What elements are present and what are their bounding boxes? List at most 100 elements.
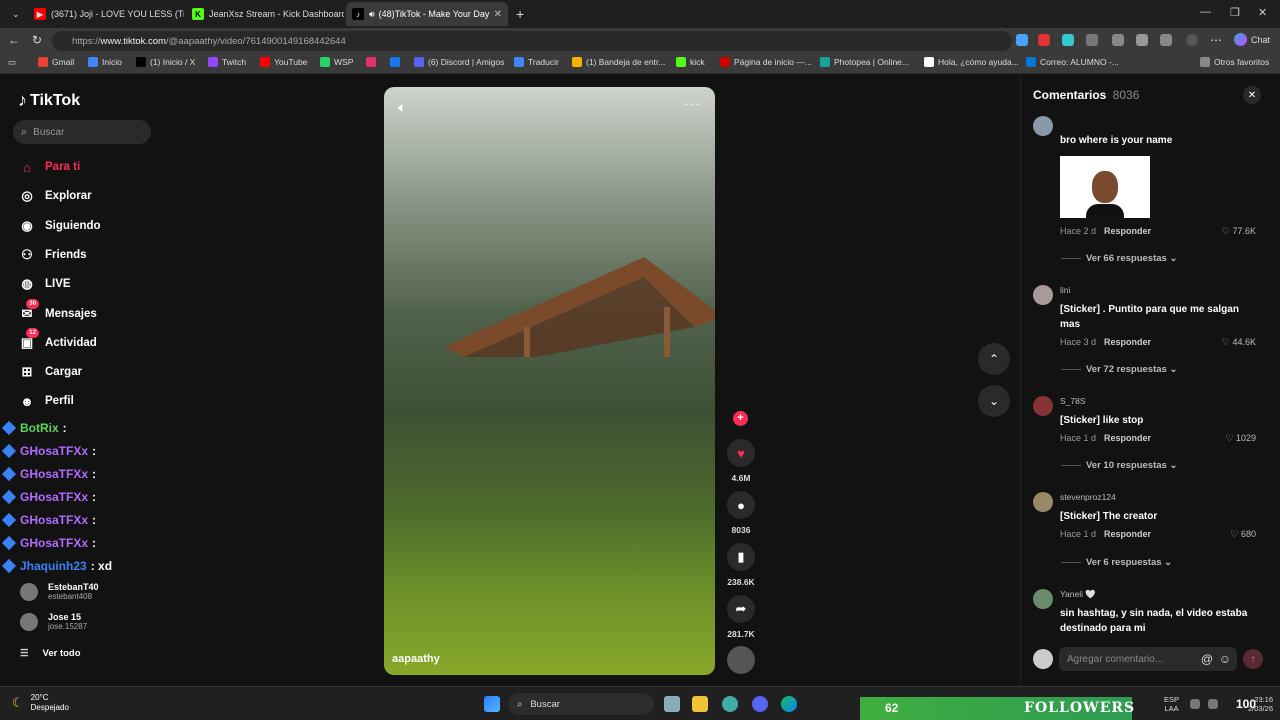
reply-button[interactable]: Responder — [1104, 226, 1151, 236]
sidebar-item-explorar[interactable]: ◎ Explorar — [18, 185, 91, 207]
comment-username[interactable]: stevenproz124 — [1060, 492, 1116, 502]
sidebar-item-cargar[interactable]: ⊞ Cargar — [18, 361, 83, 383]
view-replies-button[interactable]: Ver 6 respuestas ⌄ — [1061, 557, 1172, 568]
back-icon[interactable]: ← — [8, 33, 20, 47]
wifi-icon[interactable] — [1190, 699, 1200, 709]
sound-disc[interactable] — [726, 646, 756, 674]
comment-likes[interactable]: ♡ 680 — [1230, 529, 1256, 540]
bookmark-item[interactable]: Hola, ¿cómo ayuda... — [924, 57, 1019, 67]
comment-button[interactable]: ● 8036 — [726, 491, 756, 535]
bookmark-item[interactable]: Photopea | Online... — [820, 57, 909, 67]
apps-icon[interactable]: ▭ — [8, 57, 16, 68]
adblock-icon[interactable] — [1038, 34, 1050, 46]
sidebar-item-mensajes[interactable]: ✉ 36 Mensajes — [18, 298, 97, 325]
bookmark-item[interactable] — [366, 57, 380, 67]
url-field[interactable]: https://www.tiktok.com/@aapaathy/video/7… — [52, 31, 1012, 51]
avatar[interactable] — [1033, 396, 1053, 416]
send-button[interactable]: ↑ — [1243, 649, 1263, 669]
more-options-icon[interactable]: ··· — [684, 95, 701, 111]
close-comments-button[interactable]: ✕ — [1243, 86, 1261, 104]
previous-video-button[interactable]: ⌃ — [978, 343, 1010, 375]
more-menu-icon[interactable]: ⋯ — [1210, 33, 1222, 47]
new-tab-button[interactable]: + — [510, 2, 528, 26]
sidebar-item-para-ti[interactable]: ⌂ Para ti — [18, 156, 80, 178]
bookmark-item[interactable]: Inicio — [88, 57, 122, 67]
avatar[interactable] — [1033, 116, 1053, 136]
maximize-icon[interactable]: ❐ — [1230, 6, 1240, 19]
tiktok-logo[interactable]: ♪ TikTok — [18, 90, 80, 111]
bookmark-item[interactable]: (1) Inicio / X — [136, 57, 195, 67]
extension-icon[interactable] — [1062, 34, 1074, 46]
bookmark-item[interactable]: (1) Bandeja de entr... — [572, 57, 665, 67]
following-account[interactable]: Jose 15 jose.15287 — [20, 612, 87, 631]
see-all-button[interactable]: ☰ Ver todo — [20, 648, 81, 659]
edge-icon[interactable] — [781, 696, 797, 712]
bookmark-item[interactable]: (6) Discord | Amigos — [414, 57, 504, 67]
tab-kick[interactable]: K JeanXsz Stream - Kick Dashboard — [186, 2, 344, 26]
taskbar-search[interactable]: ⌕ Buscar — [508, 693, 654, 715]
bookmark-item[interactable]: Twitch — [208, 57, 246, 67]
comment-username[interactable]: S_78S — [1060, 396, 1086, 406]
video-player[interactable]: 🔈︎ ··· aapaathy — [384, 87, 715, 675]
sidebar-item-actividad[interactable]: ▣ 12 Actividad — [18, 327, 97, 354]
bookmark-item[interactable]: Correo: ALUMNO -... — [1026, 57, 1119, 67]
reply-button[interactable]: Responder — [1104, 433, 1151, 443]
windows-start-icon[interactable] — [484, 696, 500, 712]
comment-likes[interactable]: ♡ 44.6K — [1222, 337, 1256, 348]
close-window-icon[interactable]: ✕ — [1258, 6, 1267, 19]
bookmark-button[interactable]: ▮ 238.6K — [726, 543, 756, 587]
bookmark-item[interactable]: kick — [676, 57, 705, 67]
avatar[interactable] — [1033, 492, 1053, 512]
favorites-icon[interactable] — [1136, 34, 1148, 46]
reply-button[interactable]: Responder — [1104, 337, 1151, 347]
bookmark-item[interactable] — [390, 57, 404, 67]
bookmark-item[interactable]: WSP — [320, 57, 353, 67]
volume-icon[interactable]: 🔈︎ — [398, 99, 406, 116]
weather-widget[interactable]: ☾ 20°C Despejado — [12, 693, 69, 713]
view-replies-button[interactable]: Ver 66 respuestas ⌄ — [1061, 253, 1177, 264]
avatar[interactable] — [1033, 285, 1053, 305]
bookmark-item[interactable]: Gmail — [38, 57, 74, 67]
tab-youtube[interactable]: ▶ (3671) Joji - LOVE YOU LESS (Trad — [28, 2, 184, 26]
comment-username[interactable]: Yaneli 🤍 — [1060, 589, 1096, 600]
sidebar-item-perfil[interactable]: ☻ Perfil — [18, 390, 74, 412]
video-author[interactable]: aapaathy — [392, 653, 440, 665]
bookmark-item[interactable]: Traducir — [514, 57, 559, 67]
file-explorer-icon[interactable] — [692, 696, 708, 712]
comment-likes[interactable]: ♡ 77.6K — [1222, 226, 1256, 237]
comment-likes[interactable]: ♡ 1029 — [1225, 433, 1256, 444]
copilot-chat-button[interactable]: Chat — [1234, 33, 1270, 46]
comment-username[interactable]: lini — [1060, 285, 1070, 295]
task-view-icon[interactable] — [664, 696, 680, 712]
heart-button[interactable]: ♥ 4.6M — [726, 439, 756, 483]
comment-input[interactable]: Agregar comentario... @ ☺ — [1059, 647, 1237, 671]
emoji-icon[interactable]: ☺ — [1219, 652, 1231, 666]
other-bookmarks[interactable]: Otros favoritos — [1200, 57, 1269, 67]
tab-tiktok[interactable]: ♪ 🔊︎ (48)TikTok - Make Your Day ✕ — [346, 2, 508, 26]
extensions-icon[interactable] — [1086, 34, 1098, 46]
sidebar-item-siguiendo[interactable]: ◉ Siguiendo — [18, 215, 100, 237]
following-account[interactable]: EstebanT40 estebant408 — [20, 582, 99, 601]
reload-icon[interactable]: ↻ — [32, 33, 42, 47]
avatar[interactable] — [1033, 589, 1053, 609]
language-indicator[interactable]: ESP LAA — [1164, 695, 1179, 713]
steam-icon[interactable] — [722, 696, 738, 712]
profile-avatar-icon[interactable] — [1186, 34, 1198, 46]
split-screen-icon[interactable] — [1112, 34, 1124, 46]
sidebar-item-friends[interactable]: ⚇ Friends — [18, 244, 86, 266]
tab-list-button[interactable]: ⌄ — [6, 2, 24, 26]
minimize-icon[interactable]: — — [1200, 6, 1211, 18]
bookmark-item[interactable]: Página de inicio —... — [720, 57, 812, 67]
next-video-button[interactable]: ⌄ — [978, 385, 1010, 417]
view-replies-button[interactable]: Ver 10 respuestas ⌄ — [1061, 460, 1177, 471]
extension-icon[interactable] — [1016, 34, 1028, 46]
clock[interactable]: 23:16 2/03/26 — [1248, 695, 1273, 713]
wallet-icon[interactable] — [1160, 34, 1172, 46]
mention-icon[interactable]: @ — [1201, 652, 1213, 666]
volume-icon[interactable] — [1208, 699, 1218, 709]
follow-plus-button[interactable]: + — [733, 411, 748, 426]
share-button[interactable]: ➦ 281.7K — [726, 595, 756, 639]
search-input[interactable]: ⌕ Buscar — [13, 120, 151, 144]
view-replies-button[interactable]: Ver 72 respuestas ⌄ — [1061, 364, 1177, 375]
discord-icon[interactable] — [752, 696, 768, 712]
